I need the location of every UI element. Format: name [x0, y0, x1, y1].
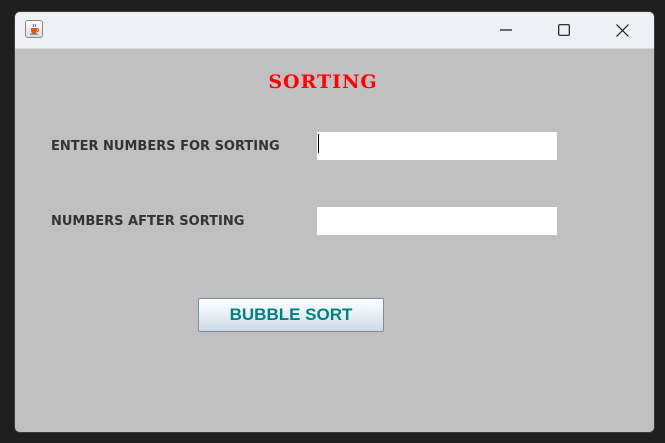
- numbers-input[interactable]: [317, 132, 557, 160]
- close-icon: [615, 23, 629, 37]
- title-bar[interactable]: [15, 12, 654, 49]
- text-caret: [318, 134, 319, 153]
- form-panel: SORTING ENTER NUMBERS FOR SORTING NUMBER…: [15, 49, 654, 432]
- output-label: NUMBERS AFTER SORTING: [51, 214, 245, 229]
- page-title: SORTING: [268, 71, 378, 93]
- sorted-output-field[interactable]: [317, 207, 557, 235]
- maximize-button[interactable]: [541, 12, 587, 48]
- minimize-icon: [500, 29, 512, 31]
- input-label: ENTER NUMBERS FOR SORTING: [51, 139, 280, 154]
- minimize-button[interactable]: [483, 12, 529, 48]
- app-window: SORTING ENTER NUMBERS FOR SORTING NUMBER…: [14, 11, 655, 433]
- close-button[interactable]: [599, 12, 645, 48]
- java-cup-icon: [25, 20, 43, 38]
- bubble-sort-button[interactable]: BUBBLE SORT: [198, 298, 384, 332]
- maximize-icon: [558, 24, 570, 36]
